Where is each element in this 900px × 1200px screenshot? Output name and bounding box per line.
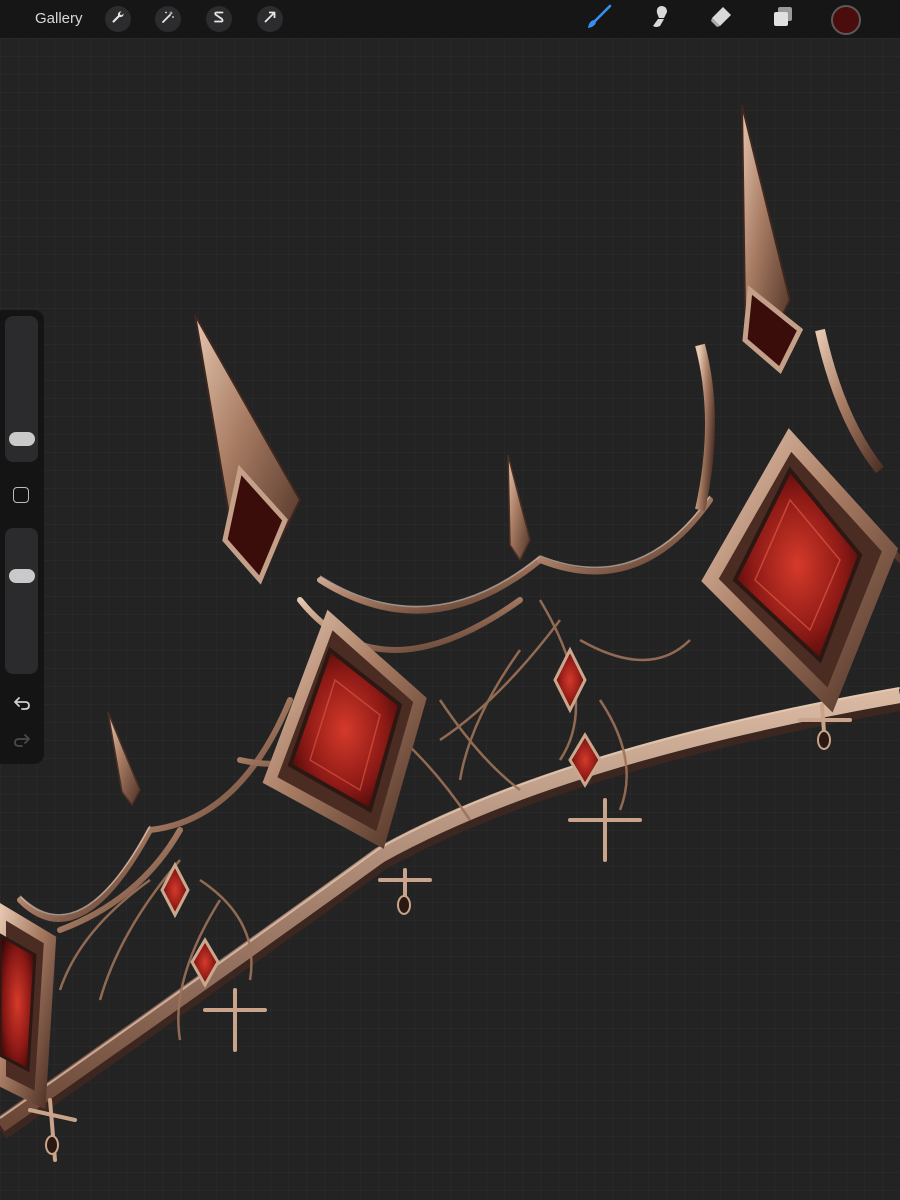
gallery-button[interactable]: Gallery bbox=[35, 9, 83, 29]
transform-arrow-icon bbox=[263, 10, 277, 29]
eraser-tool-button[interactable] bbox=[706, 4, 736, 34]
brush-opacity-slider-thumb[interactable] bbox=[9, 569, 35, 584]
undo-button[interactable] bbox=[10, 693, 34, 717]
layers-button[interactable] bbox=[768, 4, 798, 34]
magic-wand-icon bbox=[161, 10, 175, 29]
crown-artwork bbox=[0, 104, 900, 1162]
top-toolbar: Gallery bbox=[0, 0, 900, 38]
drawing-canvas[interactable] bbox=[0, 38, 900, 1200]
brush-tool-button[interactable] bbox=[584, 4, 614, 34]
eraser-icon bbox=[708, 4, 734, 35]
redo-button[interactable] bbox=[10, 730, 34, 754]
modify-button[interactable] bbox=[13, 487, 29, 503]
brush-size-slider-thumb[interactable] bbox=[9, 431, 35, 446]
procreate-app: Gallery bbox=[0, 0, 900, 1200]
left-sidebar bbox=[0, 310, 44, 764]
adjustments-button[interactable] bbox=[155, 6, 181, 32]
wrench-icon bbox=[111, 10, 125, 29]
layers-icon bbox=[770, 4, 796, 35]
actions-button[interactable] bbox=[105, 6, 131, 32]
selection-s-icon bbox=[212, 10, 226, 29]
selection-button[interactable] bbox=[206, 6, 232, 32]
brush-icon bbox=[586, 4, 612, 35]
color-picker-button[interactable] bbox=[831, 5, 861, 35]
smudge-tool-button[interactable] bbox=[645, 4, 675, 34]
smudge-icon bbox=[647, 4, 673, 35]
transform-button[interactable] bbox=[257, 6, 283, 32]
brush-size-slider[interactable] bbox=[5, 316, 38, 462]
brush-opacity-slider[interactable] bbox=[5, 528, 38, 674]
undo-icon bbox=[12, 693, 32, 718]
redo-icon bbox=[12, 730, 32, 755]
